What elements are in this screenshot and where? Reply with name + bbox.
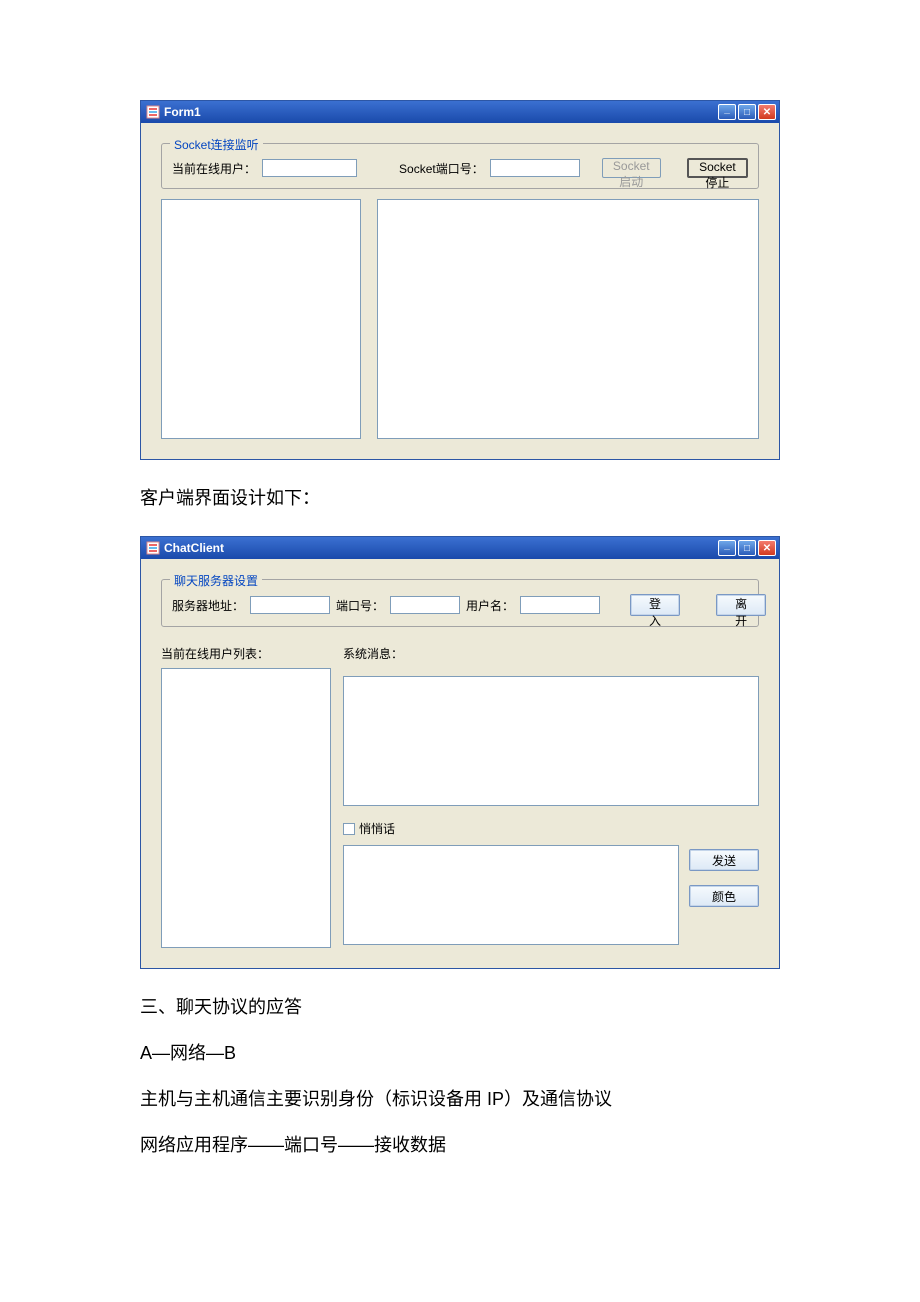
server-addr-label: 服务器地址： xyxy=(172,597,244,614)
username-input[interactable] xyxy=(520,596,600,614)
server-addr-input[interactable] xyxy=(250,596,330,614)
section3-line3: 网络应用程序——端口号——接收数据 xyxy=(140,1127,780,1163)
form1-left-listbox[interactable] xyxy=(161,199,361,439)
login-button[interactable]: 登入 xyxy=(630,594,680,616)
section3-line2: 主机与主机通信主要识别身份（标识设备用 IP）及通信协议 xyxy=(140,1081,780,1117)
maximize-button[interactable] xyxy=(738,540,756,556)
section3-line1: A—网络—B xyxy=(140,1035,780,1071)
minimize-button[interactable] xyxy=(718,104,736,120)
chatclient-titlebar: ChatClient xyxy=(141,537,779,559)
close-button[interactable] xyxy=(758,104,776,120)
socket-stop-button[interactable]: Socket停止 xyxy=(687,158,748,178)
online-users-input[interactable] xyxy=(262,159,357,177)
socket-groupbox: Socket连接监听 当前在线用户： Socket端口号： Socket启动 S… xyxy=(161,143,759,189)
color-button[interactable]: 颜色 xyxy=(689,885,759,907)
window-controls xyxy=(718,104,776,120)
client-port-label: 端口号： xyxy=(336,597,384,614)
socket-port-input[interactable] xyxy=(490,159,580,177)
socket-start-button[interactable]: Socket启动 xyxy=(602,158,661,178)
form1-right-textbox[interactable] xyxy=(377,199,759,439)
app-icon xyxy=(146,105,160,119)
server-group-title: 聊天服务器设置 xyxy=(170,572,262,589)
send-button[interactable]: 发送 xyxy=(689,849,759,871)
sysmsg-label: 系统消息： xyxy=(343,645,759,662)
online-users-label: 当前在线用户： xyxy=(172,160,256,177)
online-list-label: 当前在线用户列表： xyxy=(161,645,331,662)
close-button[interactable] xyxy=(758,540,776,556)
socket-group-title: Socket连接监听 xyxy=(170,136,263,153)
leave-button[interactable]: 离开 xyxy=(716,594,766,616)
client-port-input[interactable] xyxy=(390,596,460,614)
message-composer-textbox[interactable] xyxy=(343,845,679,945)
form1-titlebar: Form1 xyxy=(141,101,779,123)
form1-title: Form1 xyxy=(164,105,201,119)
section3-heading: 三、聊天协议的应答 xyxy=(140,989,780,1025)
socket-port-label: Socket端口号： xyxy=(399,160,484,177)
username-label: 用户名： xyxy=(466,597,514,614)
form1-body: Socket连接监听 当前在线用户： Socket端口号： Socket启动 S… xyxy=(141,123,779,459)
window-controls xyxy=(718,540,776,556)
form1-window: Form1 Socket连接监听 当前在线用户： Socket端口号： Sock… xyxy=(140,100,780,460)
app-icon xyxy=(146,541,160,555)
client-caption: 客户端界面设计如下： xyxy=(140,480,780,516)
maximize-button[interactable] xyxy=(738,104,756,120)
online-users-listbox[interactable] xyxy=(161,668,331,948)
system-messages-textbox[interactable] xyxy=(343,676,759,806)
chatclient-window: ChatClient 聊天服务器设置 服务器地址： 端口号： 用户名： 登入 离… xyxy=(140,536,780,969)
server-groupbox: 聊天服务器设置 服务器地址： 端口号： 用户名： 登入 离开 xyxy=(161,579,759,627)
chatclient-title: ChatClient xyxy=(164,541,224,555)
chatclient-body: 聊天服务器设置 服务器地址： 端口号： 用户名： 登入 离开 当前在线用户列表：… xyxy=(141,559,779,968)
whisper-checkbox[interactable] xyxy=(343,823,355,835)
minimize-button[interactable] xyxy=(718,540,736,556)
whisper-label: 悄悄话 xyxy=(359,820,395,837)
